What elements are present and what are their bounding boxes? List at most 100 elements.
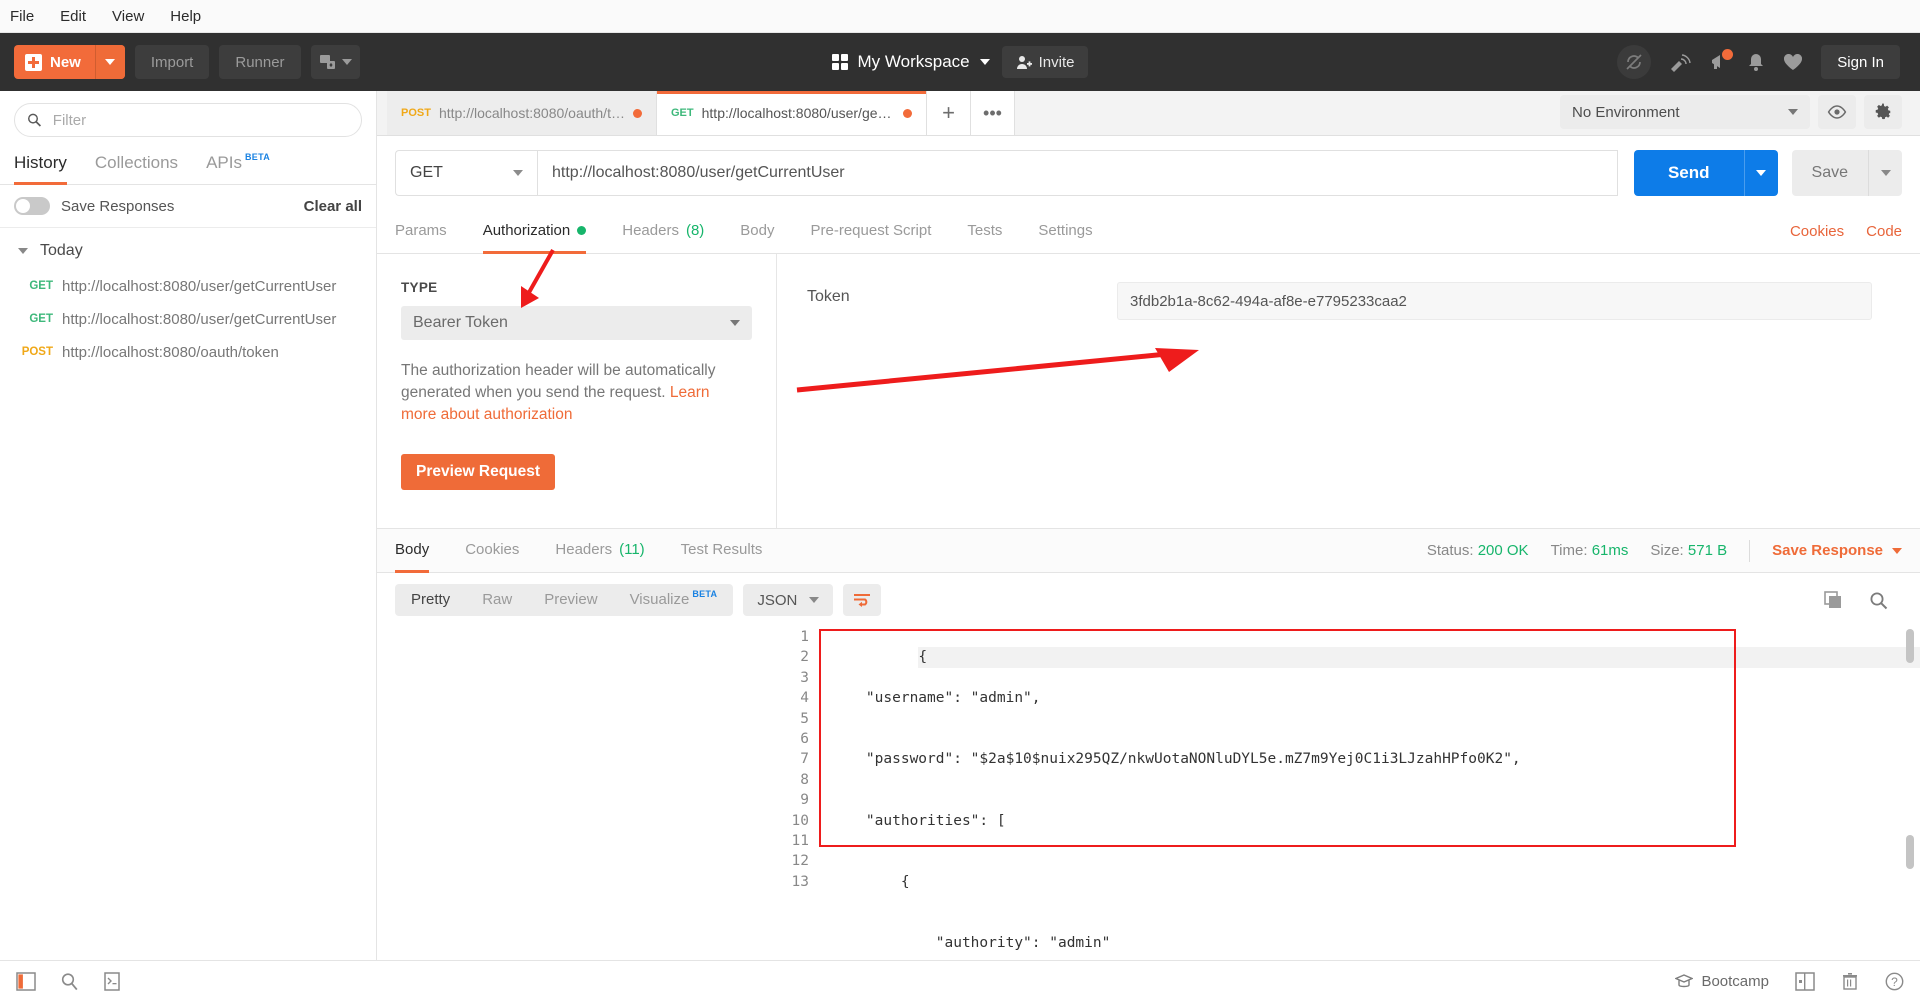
find-replace-button[interactable] [60, 972, 79, 991]
capture-requests-button[interactable] [311, 45, 360, 79]
bell-icon [1747, 52, 1765, 72]
heart-icon [1783, 53, 1803, 71]
method-selector[interactable]: GET [395, 150, 537, 196]
invite-button[interactable]: Invite [1002, 46, 1089, 78]
url-input[interactable] [537, 150, 1618, 196]
new-button-label: New [50, 54, 81, 71]
tab-title: http://localhost:8080/oauth/to... [439, 105, 625, 121]
help-button[interactable]: ? [1885, 972, 1904, 991]
environment-area: No Environment [1560, 95, 1920, 135]
time-value: 61ms [1592, 542, 1629, 559]
code-link[interactable]: Code [1866, 223, 1902, 240]
menu-item-edit[interactable]: Edit [60, 8, 86, 25]
new-button[interactable]: New [14, 45, 125, 79]
menu-item-file[interactable]: File [10, 8, 34, 25]
new-tab-button[interactable]: + [927, 91, 971, 135]
response-body-viewer[interactable]: 1 2 3 4 5 6 7 8 9 10 11 12 13 { "usern [377, 627, 1920, 960]
request-tab-get-current-user[interactable]: GET http://localhost:8080/user/getC... [657, 91, 927, 135]
trash-button[interactable] [1841, 972, 1859, 991]
bootcamp-label: Bootcamp [1701, 973, 1769, 990]
response-tab-headers[interactable]: Headers (11) [555, 529, 644, 572]
sidebar-toggle-button[interactable] [16, 972, 36, 991]
clear-all-button[interactable]: Clear all [304, 198, 362, 215]
tab-headers[interactable]: Headers (8) [622, 210, 704, 253]
response-tab-test-results[interactable]: Test Results [681, 529, 763, 572]
token-label: Token [777, 282, 1117, 528]
word-wrap-button[interactable] [843, 584, 881, 616]
view-mode-visualize[interactable]: Visualize BETA [614, 584, 734, 616]
antenna-icon [1669, 52, 1691, 72]
favorites-button[interactable] [1783, 53, 1803, 71]
tab-body[interactable]: Body [740, 210, 774, 253]
response-tab-body[interactable]: Body [395, 529, 429, 572]
tab-params[interactable]: Params [395, 210, 447, 253]
import-button-label: Import [151, 54, 194, 71]
bootcamp-button[interactable]: Bootcamp [1675, 973, 1769, 990]
gear-icon [1874, 103, 1892, 121]
time-group: Time: 61ms [1551, 542, 1629, 559]
unsaved-dot [633, 109, 642, 118]
sidebar-tab-history[interactable]: History [14, 147, 67, 184]
menu-item-help[interactable]: Help [170, 8, 201, 25]
search-response-button[interactable] [1869, 591, 1888, 610]
environment-quick-look-button[interactable] [1818, 95, 1856, 129]
environment-label: No Environment [1572, 104, 1680, 121]
view-mode-preview[interactable]: Preview [528, 584, 613, 616]
cookies-link[interactable]: Cookies [1790, 223, 1844, 240]
sidebar-tabs: History Collections APIs BETA [0, 147, 376, 185]
response-code: 1 2 3 4 5 6 7 8 9 10 11 12 13 { "usern [377, 627, 1920, 960]
main-area: History Collections APIs BETA Save Respo… [0, 91, 1920, 960]
sidebar-tab-apis[interactable]: APIs BETA [206, 147, 270, 184]
save-options-button[interactable] [1868, 150, 1902, 196]
view-mode-pretty[interactable]: Pretty [395, 584, 466, 616]
auth-type-select[interactable]: Bearer Token [401, 306, 752, 340]
environment-selector[interactable]: No Environment [1560, 95, 1810, 129]
history-method: POST [14, 343, 62, 358]
runner-button[interactable]: Runner [219, 45, 300, 79]
tab-options-button[interactable]: ••• [971, 91, 1015, 135]
auth-description: The authorization header will be automat… [401, 360, 721, 426]
code-line: "authority": "admin" [831, 935, 1110, 951]
search-input[interactable] [51, 111, 349, 130]
send-button[interactable]: Send [1634, 150, 1744, 196]
response-scrollbar[interactable] [1906, 627, 1914, 960]
new-dropdown-caret[interactable] [95, 45, 125, 79]
request-tab-oauth-token[interactable]: POST http://localhost:8080/oauth/to... [387, 91, 657, 135]
menu-item-view[interactable]: View [112, 8, 144, 25]
save-button[interactable]: Save [1792, 150, 1868, 196]
response-tab-cookies[interactable]: Cookies [465, 529, 519, 572]
workspace-selector[interactable]: My Workspace [832, 52, 990, 72]
copy-button[interactable] [1824, 591, 1843, 610]
history-item[interactable]: POST http://localhost:8080/oauth/token [0, 336, 376, 369]
notifications-button[interactable] [1709, 52, 1729, 72]
send-options-button[interactable] [1744, 150, 1778, 196]
token-input[interactable] [1117, 282, 1872, 320]
response-format-select[interactable]: JSON [743, 584, 833, 616]
bell-button[interactable] [1747, 52, 1765, 72]
tab-settings[interactable]: Settings [1038, 210, 1092, 253]
save-response-button[interactable]: Save Response [1772, 542, 1902, 559]
layout-toggle-button[interactable] [1795, 972, 1815, 991]
tab-tests[interactable]: Tests [967, 210, 1002, 253]
history-group-today[interactable]: Today [0, 228, 376, 270]
sign-in-button[interactable]: Sign In [1821, 45, 1900, 79]
sidebar-tab-collections[interactable]: Collections [95, 147, 178, 184]
antenna-button[interactable] [1669, 52, 1691, 72]
history-item[interactable]: GET http://localhost:8080/user/getCurren… [0, 303, 376, 336]
console-button[interactable] [103, 972, 121, 991]
method-label: GET [410, 164, 443, 182]
manage-environments-button[interactable] [1864, 95, 1902, 129]
save-responses-toggle[interactable] [14, 197, 50, 215]
preview-request-button[interactable]: Preview Request [401, 454, 555, 490]
grid-icon [832, 54, 848, 70]
chevron-down-icon [18, 248, 28, 254]
sync-status-button[interactable] [1617, 45, 1651, 79]
auth-type-label: TYPE [401, 280, 752, 295]
workspace-label: My Workspace [858, 52, 970, 72]
tab-method: GET [671, 107, 694, 119]
import-button[interactable]: Import [135, 45, 210, 79]
filter-box[interactable] [14, 103, 362, 137]
view-mode-raw[interactable]: Raw [466, 584, 528, 616]
tab-pre-request-script[interactable]: Pre-request Script [811, 210, 932, 253]
history-item[interactable]: GET http://localhost:8080/user/getCurren… [0, 270, 376, 303]
